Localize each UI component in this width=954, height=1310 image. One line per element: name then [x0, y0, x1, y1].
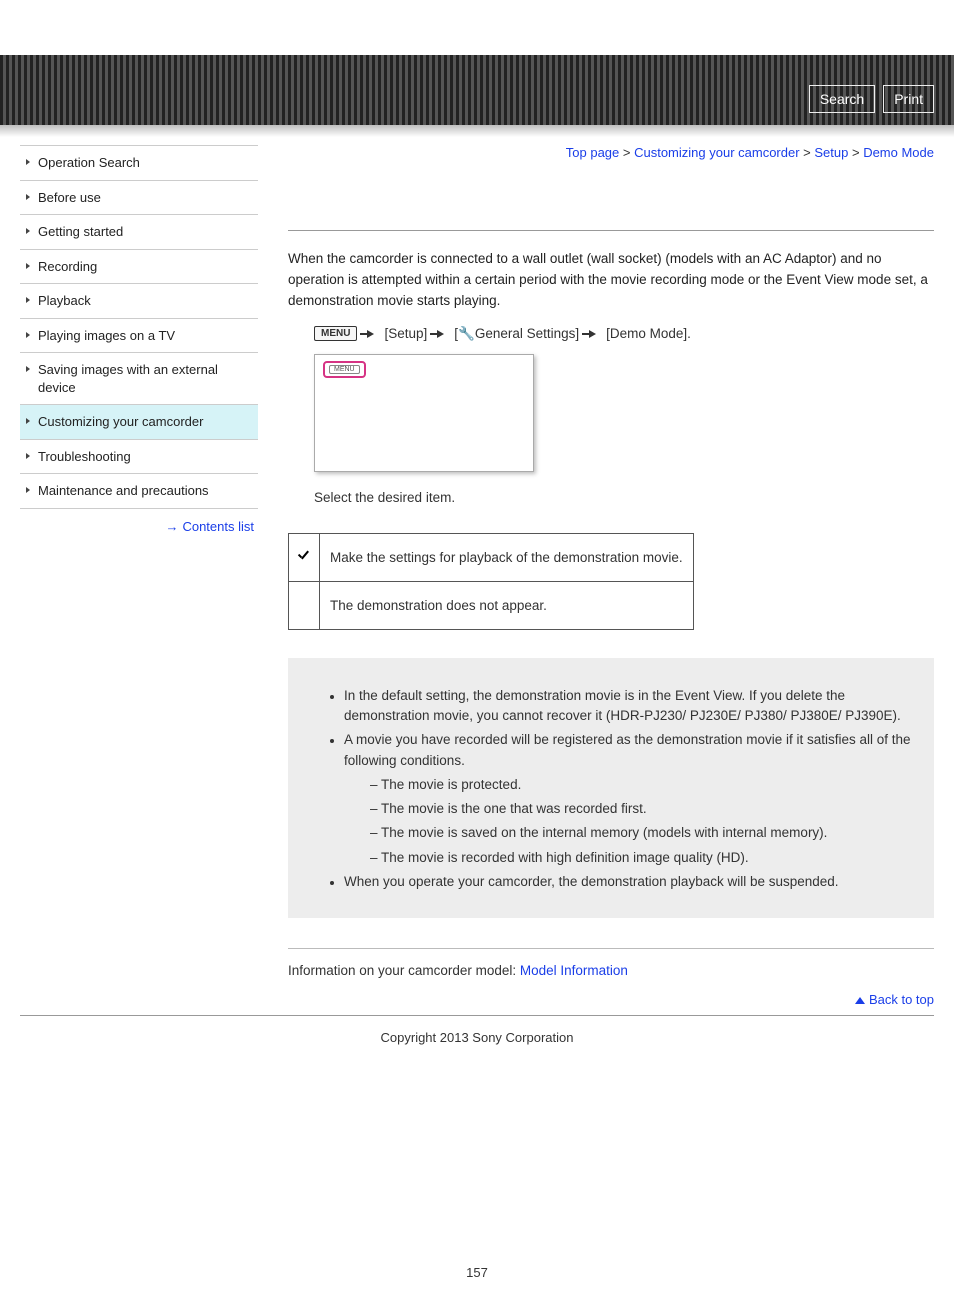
sidebar-item-maintenance-and-precautions[interactable]: Maintenance and precautions	[20, 474, 258, 509]
wrench-icon: 🔧	[458, 326, 475, 342]
search-button[interactable]: Search	[809, 85, 875, 113]
model-info-line: Information on your camcorder model: Mod…	[288, 963, 934, 978]
divider	[288, 230, 934, 231]
note-subitem: The movie is saved on the internal memor…	[370, 823, 914, 843]
arrow-right-icon	[437, 330, 444, 338]
header-banner: Search Print	[0, 55, 954, 125]
page-number: 157	[0, 1265, 954, 1310]
option-icon-cell	[289, 533, 320, 581]
option-text: Make the settings for playback of the de…	[320, 533, 694, 581]
sidebar-item-before-use[interactable]: Before use	[20, 181, 258, 216]
arrow-right-icon	[367, 330, 374, 338]
sidebar-item-operation-search[interactable]: Operation Search	[20, 146, 258, 181]
breadcrumb-customizing[interactable]: Customizing your camcorder	[634, 145, 799, 160]
note-item: A movie you have recorded will be regist…	[344, 730, 914, 771]
arrow-right-icon	[589, 330, 596, 338]
path-demo: [Demo Mode].	[606, 326, 691, 341]
sidebar-nav: Operation SearchBefore useGetting starte…	[20, 145, 258, 509]
intro-text: When the camcorder is connected to a wal…	[288, 249, 934, 312]
options-table: Make the settings for playback of the de…	[288, 533, 694, 630]
path-general: [🔧General Settings]	[454, 326, 579, 342]
screen-illustration: MENU	[314, 354, 534, 472]
copyright-text: Copyright 2013 Sony Corporation	[0, 1016, 954, 1065]
print-button[interactable]: Print	[883, 85, 934, 113]
select-instruction: Select the desired item.	[314, 490, 934, 505]
arrow-right-icon: →	[165, 519, 178, 534]
option-icon-cell	[289, 581, 320, 629]
divider	[288, 948, 934, 949]
sidebar-item-playback[interactable]: Playback	[20, 284, 258, 319]
note-item: When you operate your camcorder, the dem…	[344, 872, 914, 892]
note-subitem: The movie is protected.	[370, 775, 914, 795]
triangle-up-icon	[855, 997, 865, 1004]
menu-chip-icon: MENU	[314, 326, 357, 341]
screen-menu-chip: MENU	[329, 365, 360, 374]
breadcrumb-setup[interactable]: Setup	[814, 145, 848, 160]
option-text: The demonstration does not appear.	[320, 581, 694, 629]
model-information-link[interactable]: Model Information	[520, 963, 628, 978]
back-to-top-link[interactable]: Back to top	[869, 992, 934, 1007]
note-subitem: The movie is recorded with high definiti…	[370, 848, 914, 868]
sidebar-item-playing-images-on-a-tv[interactable]: Playing images on a TV	[20, 319, 258, 354]
sidebar-item-getting-started[interactable]: Getting started	[20, 215, 258, 250]
table-row: Make the settings for playback of the de…	[289, 533, 694, 581]
note-item: In the default setting, the demonstratio…	[344, 686, 914, 727]
breadcrumb-demo-mode[interactable]: Demo Mode	[863, 145, 934, 160]
table-row: The demonstration does not appear.	[289, 581, 694, 629]
sidebar-item-troubleshooting[interactable]: Troubleshooting	[20, 440, 258, 475]
check-icon	[297, 549, 311, 563]
note-subitem: The movie is the one that was recorded f…	[370, 799, 914, 819]
notes-box: In the default setting, the demonstratio…	[288, 658, 934, 918]
breadcrumb-top[interactable]: Top page	[566, 145, 620, 160]
sidebar-item-saving-images-with-an-external-device[interactable]: Saving images with an external device	[20, 353, 258, 405]
path-setup: [Setup]	[384, 326, 427, 341]
menu-path: MENU [Setup] [🔧General Settings] [Demo M…	[314, 326, 934, 342]
contents-list-link[interactable]: Contents list	[182, 519, 254, 534]
breadcrumb: Top page > Customizing your camcorder > …	[288, 145, 934, 160]
sidebar-item-customizing-your-camcorder[interactable]: Customizing your camcorder	[20, 405, 258, 440]
sidebar-item-recording[interactable]: Recording	[20, 250, 258, 285]
